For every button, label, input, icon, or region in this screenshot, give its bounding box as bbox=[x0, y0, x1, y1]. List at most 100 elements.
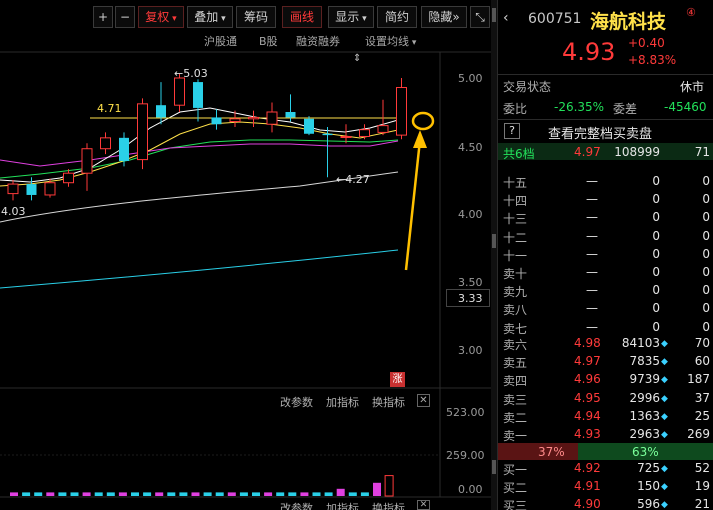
candle-body[interactable] bbox=[340, 135, 352, 138]
buy-level-row[interactable]: 买一 4.92 725 52 ◆ bbox=[498, 461, 713, 479]
candle-body[interactable] bbox=[81, 148, 93, 174]
yaxis-label: 3.00 bbox=[458, 344, 483, 357]
orderbook-count: 187 bbox=[687, 372, 710, 387]
orderbook-count: 52 bbox=[694, 461, 710, 475]
help-icon[interactable]: ? bbox=[504, 123, 520, 139]
sell-level-row[interactable]: 卖九 —0 0 bbox=[498, 283, 713, 301]
orderbook-vol: 0 bbox=[652, 228, 660, 243]
bottom-close-icon[interactable]: ✕ bbox=[417, 500, 430, 510]
orderbook-vol: 0 bbox=[652, 265, 660, 279]
weibi-label: 委比 bbox=[503, 102, 528, 116]
volume-bar bbox=[227, 492, 236, 496]
orderbook-label: 十一 bbox=[503, 248, 528, 263]
high-value: 5.03 bbox=[183, 67, 208, 80]
vol-axis-label: 259.00 bbox=[446, 449, 485, 462]
volume-bar bbox=[34, 492, 43, 496]
scroll-marker-icon[interactable]: ⇕ bbox=[353, 53, 361, 64]
volume-bar bbox=[106, 492, 115, 496]
candle-body[interactable] bbox=[359, 129, 370, 137]
kline-chart[interactable] bbox=[0, 0, 492, 510]
vol-huanzhibiao-link[interactable]: 换指标 bbox=[372, 394, 405, 410]
scroll-thumb[interactable] bbox=[492, 234, 496, 248]
orderbook-vol: 7835 bbox=[629, 354, 660, 369]
sell-level-row[interactable]: 卖十 —0 0 bbox=[498, 265, 713, 283]
volume-bar bbox=[300, 492, 309, 496]
candle-body[interactable] bbox=[248, 116, 259, 120]
orderbook-vol: 0 bbox=[652, 174, 660, 188]
volume-bar bbox=[252, 492, 260, 496]
bottom-gaicanshu-link[interactable]: 改参数 bbox=[280, 500, 313, 510]
orderbook-vol: 0 bbox=[652, 192, 660, 207]
yaxis-label: 5.00 bbox=[458, 72, 483, 85]
prev-stock-icon[interactable]: ‹ bbox=[503, 10, 509, 26]
orderbook-label: 卖九 bbox=[503, 285, 528, 300]
candle-body[interactable] bbox=[26, 184, 37, 195]
sell-level-row[interactable]: 卖三 4.95 2996 37 ◆ bbox=[498, 391, 713, 409]
vol-jiazhibiao-link[interactable]: 加指标 bbox=[326, 394, 359, 410]
candle-body[interactable] bbox=[229, 118, 241, 123]
orderbook-label: 卖四 bbox=[503, 374, 528, 389]
diamond-icon: ◆ bbox=[661, 430, 668, 440]
candle-body[interactable] bbox=[304, 118, 314, 134]
candle-body[interactable] bbox=[44, 182, 56, 196]
orderbook-vol: 596 bbox=[637, 497, 660, 510]
volume-bar bbox=[143, 492, 152, 496]
sell-level-row[interactable]: 卖四 4.96 9739 187 ◆ bbox=[498, 372, 713, 390]
orderbook-count: 269 bbox=[687, 427, 710, 441]
candle-body[interactable] bbox=[119, 137, 129, 161]
volume-bar bbox=[167, 492, 176, 496]
bottom-jiazhibiao-link[interactable]: 加指标 bbox=[326, 500, 359, 510]
candle-body[interactable] bbox=[322, 133, 333, 136]
candle-body[interactable] bbox=[174, 77, 185, 106]
sell-level-row[interactable]: 十三 —0 0 bbox=[498, 210, 713, 228]
sell-level-row[interactable]: 卖五 4.97 7835 60 ◆ bbox=[498, 354, 713, 372]
sell-level-row[interactable]: 卖六 4.98 84103 70 ◆ bbox=[498, 336, 713, 354]
bottom-huanzhibiao-link[interactable]: 换指标 bbox=[372, 500, 405, 510]
volume-bars-group bbox=[10, 475, 394, 497]
candle-body[interactable] bbox=[285, 112, 296, 118]
orderbook-label: 卖三 bbox=[503, 392, 528, 407]
full-orderbook-link[interactable]: 查看完整档买卖盘 bbox=[548, 123, 652, 142]
orderbook-count: 60 bbox=[694, 354, 710, 369]
sell-level-row[interactable]: 卖二 4.94 1363 25 ◆ bbox=[498, 409, 713, 427]
volume-bar bbox=[324, 492, 333, 496]
orderbook-vol: 0 bbox=[652, 210, 660, 225]
candle-body[interactable] bbox=[100, 137, 111, 150]
vol-close-icon[interactable]: ✕ bbox=[417, 394, 430, 407]
volume-bar bbox=[312, 492, 321, 496]
sell-level-row[interactable]: 十五 —0 0 bbox=[498, 174, 713, 192]
candle-body[interactable] bbox=[63, 172, 74, 184]
ma-30-line bbox=[0, 140, 399, 167]
diamond-icon: ◆ bbox=[661, 411, 668, 422]
weibi-value: -26.35% bbox=[554, 100, 605, 114]
scroll-up-icon[interactable] bbox=[492, 8, 496, 22]
sell-level-row[interactable]: 十一 —0 0 bbox=[498, 247, 713, 265]
candle-body[interactable] bbox=[193, 82, 203, 108]
candle-body[interactable] bbox=[137, 103, 148, 161]
orderbook-label: 卖七 bbox=[503, 321, 528, 336]
sell-level-row[interactable]: 十二 —0 0 bbox=[498, 229, 713, 247]
volume-bar bbox=[373, 482, 381, 496]
sell-level-row[interactable]: 卖八 —0 0 bbox=[498, 301, 713, 319]
diamond-icon: ◆ bbox=[661, 339, 668, 349]
orderbook-vol: 2963 bbox=[629, 427, 660, 441]
candle-body[interactable] bbox=[7, 183, 19, 195]
candle-body[interactable] bbox=[211, 117, 222, 125]
sell-level-row[interactable]: 卖七 —0 0 bbox=[498, 320, 713, 338]
candle-body[interactable] bbox=[396, 87, 407, 136]
orderbook-vol: 84103 bbox=[621, 336, 660, 350]
candle-body[interactable] bbox=[266, 111, 278, 125]
vol-gaicanshu-link[interactable]: 改参数 bbox=[280, 394, 313, 410]
candle-body[interactable] bbox=[377, 125, 389, 133]
buy-level-row[interactable]: 买二 4.91 150 19 ◆ bbox=[498, 479, 713, 497]
sell-level-row[interactable]: 十四 —0 0 bbox=[498, 192, 713, 210]
weicha-value: -45460 bbox=[664, 100, 707, 114]
weicha-label: 委差 bbox=[613, 102, 638, 116]
orderbook-vol: 1363 bbox=[629, 408, 660, 423]
scroll-down-icon[interactable] bbox=[492, 460, 496, 474]
high-annotation: ←5.03 bbox=[174, 67, 208, 80]
buy-level-row[interactable]: 买三 4.90 596 21 ◆ bbox=[498, 497, 713, 510]
ma-5-line bbox=[0, 107, 399, 183]
zhang-badge: 涨 bbox=[390, 372, 405, 387]
candle-body[interactable] bbox=[156, 105, 166, 118]
